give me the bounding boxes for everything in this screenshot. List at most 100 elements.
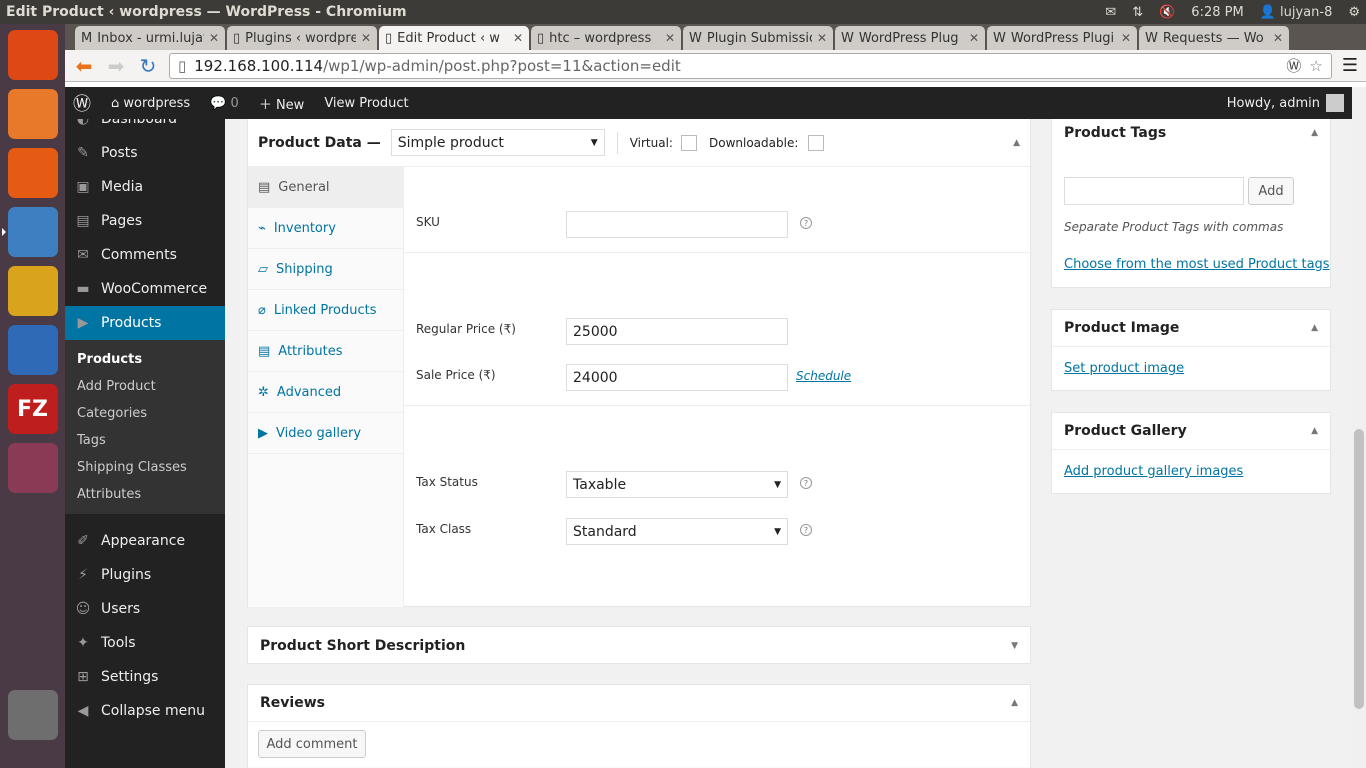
back-icon[interactable]: ⬅ [73,54,95,78]
adminbar-site[interactable]: ⌂ wordpress [111,96,190,111]
user-menu[interactable]: 👤 lujyan-8 [1260,5,1333,20]
tax-class-select[interactable]: Standard ▼ [566,518,788,545]
most-used-tags-link[interactable]: Choose from the most used Product tags [1064,257,1330,272]
collapse-arrow-icon[interactable]: ▲ [1311,323,1318,333]
close-icon[interactable]: ✕ [1273,31,1283,45]
wordpress-ext-icon[interactable]: Ⓦ [1286,55,1301,76]
submenu-item[interactable]: Tags [65,427,225,454]
add-comment-button[interactable]: Add comment [258,730,366,758]
browser-tab[interactable]: W WordPress Plug ✕ [835,26,985,50]
tax-status-select[interactable]: Taxable ▼ [566,471,788,498]
submenu-item[interactable]: Shipping Classes [65,454,225,481]
sidebar-item-label: Posts [101,145,138,161]
bookmark-star-icon[interactable]: ☆ [1309,57,1322,75]
sidebar-item-comments[interactable]: ✉ Comments [65,238,225,272]
sidebar-item-appearance[interactable]: ✐ Appearance [65,524,225,558]
help-icon[interactable]: ? [800,524,812,536]
tab-video-gallery[interactable]: ▶ Video gallery [248,413,403,454]
add-tag-button[interactable]: Add [1248,177,1294,205]
writer-icon[interactable] [7,325,58,375]
chevron-down-icon: ▼ [774,479,781,490]
tab-inventory[interactable]: ⌁ Inventory [248,208,403,249]
workspace-icon[interactable] [7,443,58,493]
close-icon[interactable]: ✕ [361,31,371,45]
collapse-arrow-icon[interactable]: ▲ [1011,698,1018,708]
reload-icon[interactable]: ↻ [137,54,159,78]
browser-tab[interactable]: ▯ Edit Product ‹ w ✕ [379,26,529,50]
add-gallery-images-link[interactable]: Add product gallery images [1064,464,1243,479]
chromium-icon[interactable] [1,207,58,257]
close-icon[interactable]: ✕ [665,31,675,45]
adminbar-new[interactable]: ＋ New [259,94,305,113]
tab-general[interactable]: ▤ General [248,167,403,208]
help-icon[interactable]: ? [800,217,812,229]
sidebar-item-tools[interactable]: ✦ Tools [65,626,225,660]
collapse-arrow-icon[interactable]: ▲ [1311,426,1318,436]
sidebar-collapse[interactable]: ◀ Collapse menu [65,694,225,728]
forward-icon[interactable]: ➡ [105,54,127,78]
downloadable-checkbox[interactable] [808,134,825,151]
network-icon[interactable]: ⇅ [1132,5,1143,20]
browser-tab[interactable]: W Requests — Wo ✕ [1139,26,1289,50]
firefox-icon[interactable] [7,148,58,198]
address-bar[interactable]: ▯ 192.168.100.114/wp1/wp-admin/post.php?… [169,52,1332,79]
settings-gear-icon[interactable]: ⚙ [1348,5,1360,20]
expand-arrow-icon[interactable]: ▼ [1011,641,1018,651]
ubuntu-icon[interactable] [7,30,58,80]
product-type-select[interactable]: Simple product ▼ [390,129,605,156]
trash-icon[interactable] [7,690,58,740]
browser-tab[interactable]: W Plugin Submissio ✕ [683,26,833,50]
product-data-tabs: ▤ General ⌁ Inventory ▱ Shipping ⌀ Linked Produ… [248,167,404,607]
scrollbar-thumb[interactable] [1354,429,1364,709]
tab-linked-products[interactable]: ⌀ Linked Products [248,290,403,331]
collapse-arrow-icon[interactable]: ▲ [1311,128,1318,138]
tab-advanced[interactable]: ✲ Advanced [248,372,403,413]
submenu-item[interactable]: Add Product [65,373,225,400]
page-scrollbar[interactable] [1352,87,1366,768]
collapse-arrow-icon[interactable]: ▲ [1013,138,1020,148]
tag-input[interactable] [1064,177,1244,205]
sku-input[interactable] [566,211,788,238]
mail-icon[interactable]: ✉ [1105,5,1116,20]
sidebar-item-media[interactable]: ▣ Media [65,170,225,204]
sidebar-item-dashboard[interactable]: ◐ Dashboard [65,119,225,136]
close-icon[interactable]: ✕ [817,31,827,45]
sale-price-input[interactable]: 24000 [566,364,788,391]
virtual-checkbox[interactable] [680,134,697,151]
submenu-item[interactable]: Categories [65,400,225,427]
sidebar-item-products[interactable]: ▶ Products [65,306,225,340]
files-icon[interactable] [7,89,58,139]
wordpress-logo-icon[interactable]: Ⓦ [73,90,91,116]
close-icon[interactable]: ✕ [969,31,979,45]
sidebar-item-pages[interactable]: ▤ Pages [65,204,225,238]
schedule-link[interactable]: Schedule [796,369,851,383]
browser-tab[interactable]: M Inbox - urmi.lujay ✕ [75,26,225,50]
adminbar-view-product[interactable]: View Product [324,96,408,111]
adminbar-comments[interactable]: 💬 0 [210,96,239,111]
sidebar-item-plugins[interactable]: ⚡ Plugins [65,558,225,592]
browser-tab[interactable]: W WordPress Plugi ✕ [987,26,1137,50]
volume-icon[interactable]: 🔇 [1159,5,1175,20]
browser-tab[interactable]: ▯ htc – wordpress ✕ [531,26,681,50]
submenu-item[interactable]: Attributes [65,481,225,508]
sidebar-item-posts[interactable]: ✎ Posts [65,136,225,170]
close-icon[interactable]: ✕ [1121,31,1131,45]
regular-price-input[interactable]: 25000 [566,318,788,345]
sidebar-item-users[interactable]: ☺ Users [65,592,225,626]
browser-tab[interactable]: ▯ Plugins ‹ wordpre ✕ [227,26,377,50]
tab-shipping[interactable]: ▱ Shipping [248,249,403,290]
teapot-icon[interactable] [7,266,58,316]
set-product-image-link[interactable]: Set product image [1064,361,1184,376]
sidebar-item-woocommerce[interactable]: ▬ WooCommerce [65,272,225,306]
tab-attributes[interactable]: ▤ Attributes [248,331,403,372]
close-icon[interactable]: ✕ [513,31,523,45]
clock[interactable]: 6:28 PM [1191,5,1243,20]
adminbar-account[interactable]: Howdy, admin [1227,94,1344,112]
menu-icon[interactable]: ☰ [1342,55,1358,76]
help-icon[interactable]: ? [800,477,812,489]
submenu-item[interactable]: Products [65,346,225,373]
filezilla-icon[interactable]: FZ [7,384,58,434]
sidebar-item-settings[interactable]: ⊞ Settings [65,660,225,694]
close-icon[interactable]: ✕ [209,31,219,45]
site-name: wordpress [123,95,191,111]
